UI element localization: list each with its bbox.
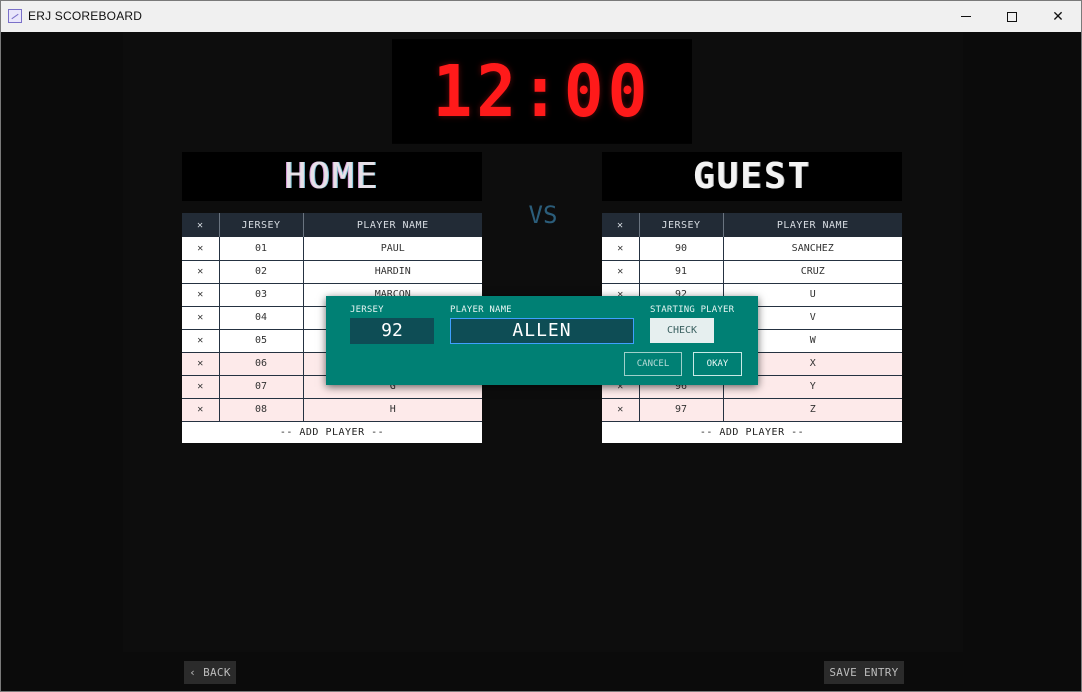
remove-player-icon[interactable]: ✕ — [602, 398, 640, 422]
table-row[interactable]: ✕ 02 HARDIN — [182, 260, 482, 284]
player-name-input[interactable]: ALLEN — [450, 318, 634, 344]
table-header-row: ✕ JERSEY PLAYER NAME — [182, 213, 482, 237]
remove-player-icon[interactable]: ✕ — [182, 306, 220, 330]
remove-player-icon[interactable]: ✕ — [602, 260, 640, 284]
jersey-cell: 04 — [219, 306, 304, 330]
jersey-cell: 97 — [639, 398, 724, 422]
jersey-cell: 91 — [639, 260, 724, 284]
minimize-button[interactable] — [943, 1, 989, 32]
versus-label: VS — [528, 201, 558, 229]
okay-button[interactable]: OKAY — [693, 352, 742, 376]
remove-player-icon[interactable]: ✕ — [182, 398, 220, 422]
table-row[interactable]: ✕ 08 H — [182, 398, 482, 422]
remove-player-icon[interactable]: ✕ — [182, 329, 220, 353]
jersey-cell: 08 — [219, 398, 304, 422]
player-name-cell: HARDIN — [303, 260, 482, 284]
player-name-cell: SANCHEZ — [723, 237, 902, 261]
maximize-button[interactable] — [989, 1, 1035, 32]
player-name-cell: H — [303, 398, 482, 422]
jersey-cell: 90 — [639, 237, 724, 261]
home-team-title: HOME — [182, 152, 482, 201]
close-icon: ✕ — [1052, 8, 1064, 25]
jersey-column-header: JERSEY — [639, 213, 724, 237]
player-name-label: PLAYER NAME — [450, 305, 512, 315]
remove-player-icon[interactable]: ✕ — [182, 237, 220, 261]
jersey-column-header: JERSEY — [219, 213, 304, 237]
remove-player-icon[interactable]: ✕ — [182, 283, 220, 307]
remove-player-icon[interactable]: ✕ — [182, 375, 220, 399]
title-bar: ERJ SCOREBOARD ✕ — [1, 1, 1081, 32]
table-row[interactable]: ✕ 97 Z — [602, 398, 902, 422]
player-name-column-header: PLAYER NAME — [303, 213, 482, 237]
maximize-icon — [1007, 11, 1017, 22]
close-button[interactable]: ✕ — [1035, 1, 1081, 32]
player-name-cell: CRUZ — [723, 260, 902, 284]
player-name-cell: PAUL — [303, 237, 482, 261]
back-button[interactable]: ‹ BACK — [184, 661, 236, 684]
remove-player-icon[interactable]: ✕ — [182, 352, 220, 376]
jersey-label: JERSEY — [350, 305, 384, 315]
add-player-button[interactable]: -- ADD PLAYER -- — [602, 421, 902, 443]
window-title: ERJ SCOREBOARD — [28, 9, 143, 23]
app-icon — [8, 9, 22, 23]
table-row[interactable]: ✕ 01 PAUL — [182, 237, 482, 261]
cancel-button[interactable]: CANCEL — [624, 352, 682, 376]
remove-player-icon[interactable]: ✕ — [182, 260, 220, 284]
guest-team-title: GUEST — [602, 152, 902, 201]
add-player-button[interactable]: -- ADD PLAYER -- — [182, 421, 482, 443]
jersey-cell: 06 — [219, 352, 304, 376]
jersey-cell: 05 — [219, 329, 304, 353]
remove-player-icon[interactable]: ✕ — [602, 237, 640, 261]
add-player-dialog: JERSEY PLAYER NAME STARTING PLAYER 92 AL… — [326, 296, 758, 385]
minimize-icon — [961, 16, 971, 17]
table-header-row: ✕ JERSEY PLAYER NAME — [602, 213, 902, 237]
jersey-cell: 07 — [219, 375, 304, 399]
starting-player-label: STARTING PLAYER — [650, 305, 735, 315]
jersey-input[interactable]: 92 — [350, 318, 434, 344]
app-window: ERJ SCOREBOARD ✕ 12:00 HOME GUEST VS ✕ J… — [0, 0, 1082, 692]
player-name-cell: Z — [723, 398, 902, 422]
table-row[interactable]: ✕ 90 SANCHEZ — [602, 237, 902, 261]
player-name-column-header: PLAYER NAME — [723, 213, 902, 237]
remove-column-header: ✕ — [182, 213, 220, 237]
add-player-row[interactable]: -- ADD PLAYER -- — [602, 421, 902, 443]
starting-player-check-button[interactable]: CHECK — [650, 318, 714, 343]
add-player-row[interactable]: -- ADD PLAYER -- — [182, 421, 482, 443]
save-entry-button[interactable]: SAVE ENTRY — [824, 661, 904, 684]
jersey-cell: 01 — [219, 237, 304, 261]
remove-column-header: ✕ — [602, 213, 640, 237]
jersey-cell: 02 — [219, 260, 304, 284]
game-clock: 12:00 — [392, 39, 692, 144]
table-row[interactable]: ✕ 91 CRUZ — [602, 260, 902, 284]
jersey-cell: 03 — [219, 283, 304, 307]
